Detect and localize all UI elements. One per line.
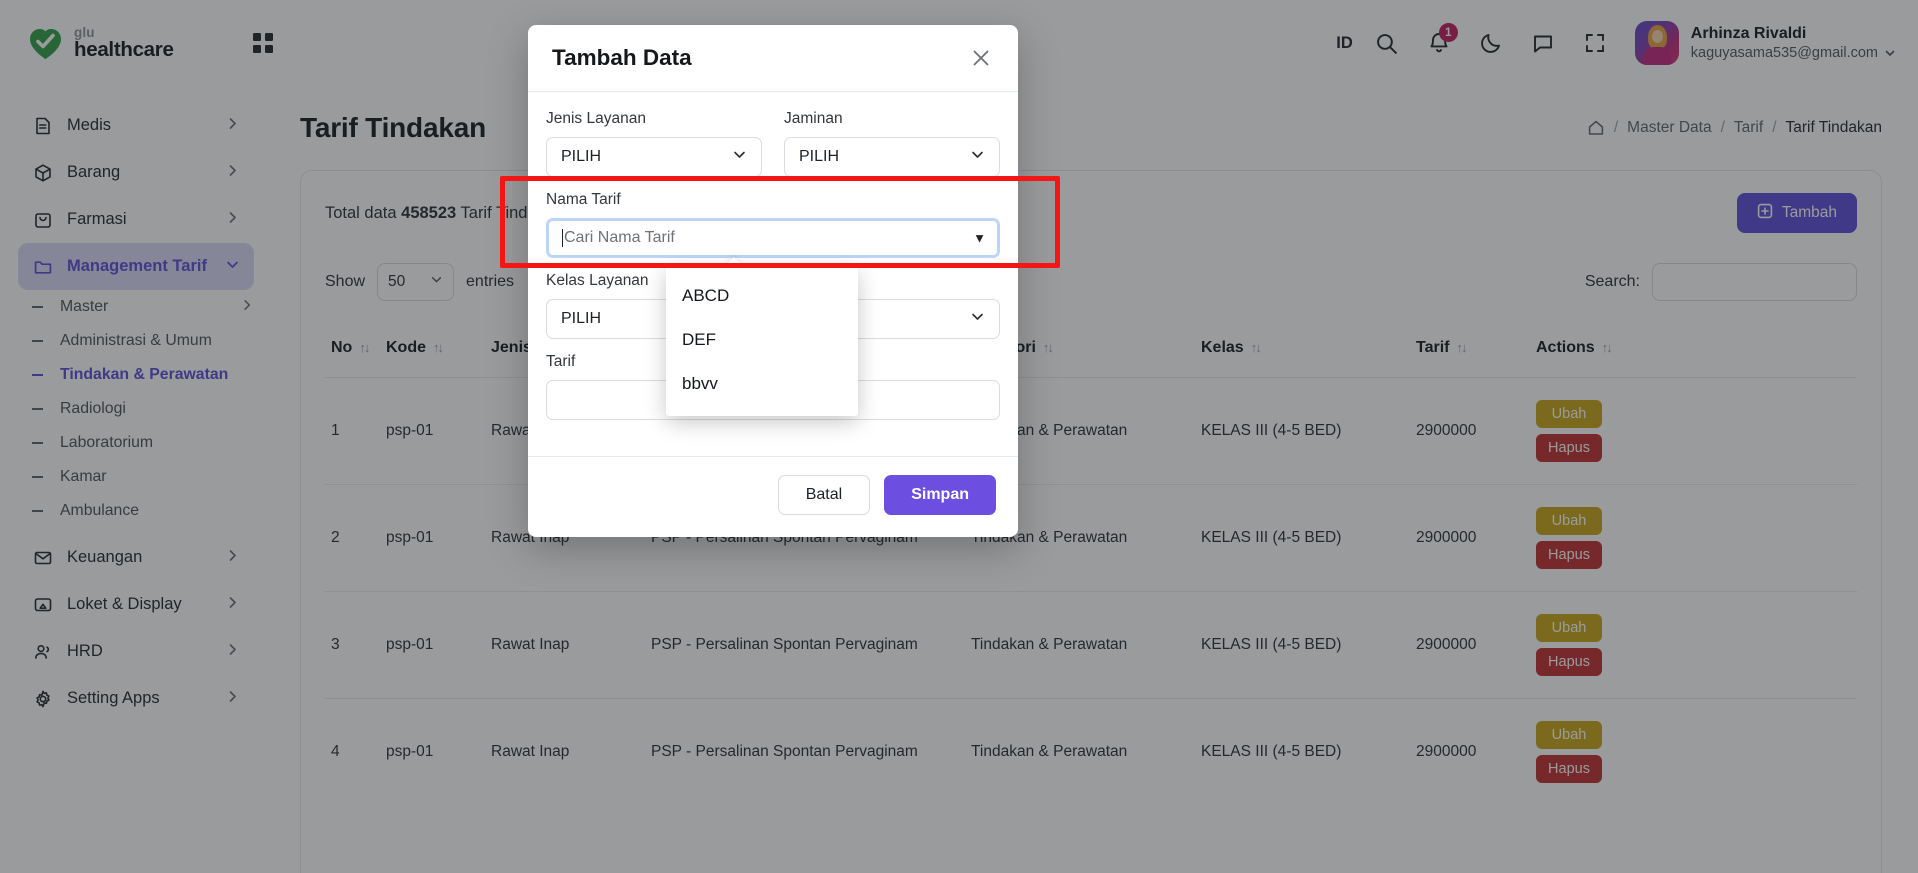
chevron-down-icon	[732, 147, 747, 167]
chevron-down-icon	[970, 147, 985, 167]
jaminan-label: Jaminan	[784, 110, 843, 127]
save-button[interactable]: Simpan	[884, 475, 996, 515]
autocomplete-option[interactable]: ABCD	[666, 274, 858, 318]
form-row-jenis-jaminan: Jenis Layanan PILIH Jaminan PILIH	[546, 110, 1000, 191]
chevron-down-icon	[970, 309, 985, 329]
modal-footer: Batal Simpan	[528, 456, 1018, 537]
nama-tarif-autocomplete-panel: ABCD DEF bbvv	[666, 257, 858, 416]
nama-tarif-search-input[interactable]: Cari Nama Tarif	[546, 218, 1000, 258]
dropdown-arrow-pointer	[724, 257, 744, 267]
jaminan-select[interactable]: PILIH	[784, 137, 1000, 177]
dropdown-triangle-icon[interactable]: ▼	[973, 231, 986, 246]
kelas-layanan-value: PILIH	[561, 310, 602, 327]
modal-header: Tambah Data	[528, 25, 1018, 92]
jenis-layanan-select[interactable]: PILIH	[546, 137, 762, 177]
jaminan-value: PILIH	[799, 148, 840, 165]
cancel-button[interactable]: Batal	[777, 475, 871, 515]
close-icon[interactable]	[968, 45, 994, 71]
autocomplete-option[interactable]: DEF	[666, 318, 858, 362]
app-root: glu healthcare ID 1 Arhinza Rivaldi kagu…	[0, 0, 1918, 873]
modal-title: Tambah Data	[552, 45, 692, 70]
nama-tarif-search-wrap: Cari Nama Tarif ▼	[546, 218, 1000, 258]
field-nama-tarif: Nama Tarif Cari Nama Tarif ▼	[546, 191, 1000, 258]
field-jaminan: Jaminan PILIH	[784, 110, 1000, 177]
jenis-layanan-label: Jenis Layanan	[546, 110, 646, 127]
autocomplete-option[interactable]: bbvv	[666, 362, 858, 406]
jenis-layanan-value: PILIH	[561, 148, 602, 165]
nama-tarif-label: Nama Tarif	[546, 191, 621, 208]
nama-tarif-placeholder: Cari Nama Tarif	[564, 229, 675, 246]
text-caret	[562, 229, 563, 247]
field-jenis-layanan: Jenis Layanan PILIH	[546, 110, 762, 177]
